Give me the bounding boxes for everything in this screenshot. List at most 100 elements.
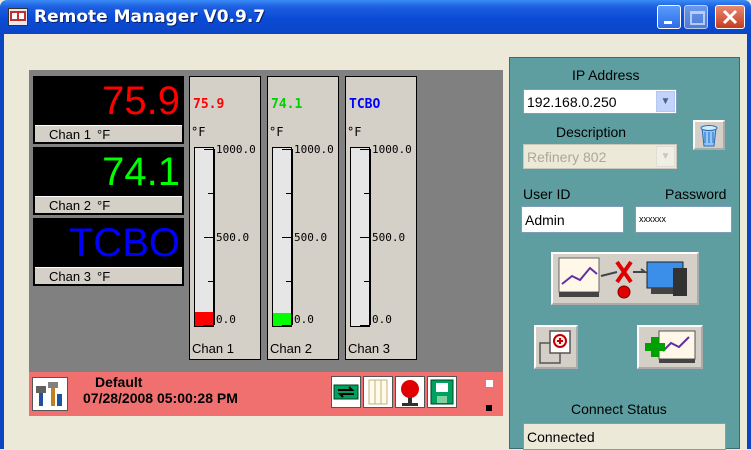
profile-name: Default bbox=[95, 374, 143, 390]
bargraph-value: 74.1 bbox=[271, 97, 303, 112]
bargraph-tick bbox=[286, 281, 292, 282]
maximize-button[interactable] bbox=[684, 5, 708, 29]
bargraph-mid-label: 500.0 bbox=[294, 231, 328, 244]
bargraph-tick bbox=[204, 149, 214, 150]
chevron-down-icon: ▼ bbox=[656, 146, 675, 167]
bargraph-chan-2: 74.1 °F 1000.0 500.0 0.0 Chan 2 bbox=[267, 76, 339, 360]
add-device-button[interactable] bbox=[637, 325, 703, 369]
channel-value: TCBO bbox=[68, 221, 180, 265]
channel-name: Chan 1 bbox=[49, 127, 91, 142]
bargraph-tick bbox=[364, 193, 370, 194]
channel-name: Chan 3 bbox=[49, 269, 91, 284]
ip-address-value: 192.168.0.250 bbox=[527, 94, 617, 110]
recycle-bin-icon bbox=[700, 125, 718, 147]
description-label: Description bbox=[556, 124, 627, 140]
zoom-view-button[interactable] bbox=[534, 325, 578, 369]
bargraph-min-label: 0.0 bbox=[294, 313, 314, 326]
bargraph-chan-1: 75.9 °F 1000.0 500.0 0.0 Chan 1 bbox=[189, 76, 261, 360]
bargraph-tick bbox=[208, 193, 214, 194]
bargraph-tick bbox=[282, 237, 292, 238]
channel-label-bar: Chan 2 °F bbox=[35, 196, 182, 213]
user-id-value: Admin bbox=[525, 212, 565, 228]
description-value: Refinery 802 bbox=[527, 149, 607, 165]
save-icon bbox=[430, 379, 454, 405]
bargraph-max-label: 1000.0 bbox=[216, 143, 256, 156]
close-icon bbox=[722, 9, 738, 25]
chevron-down-icon[interactable]: ▼ bbox=[656, 91, 675, 112]
connect-status-label: Connect Status bbox=[571, 401, 667, 417]
minimize-button[interactable] bbox=[657, 5, 681, 29]
zoom-window-icon bbox=[539, 330, 571, 364]
bargraph-tick bbox=[360, 325, 370, 326]
ip-address-label: IP Address bbox=[572, 67, 640, 83]
bargraph-unit: °F bbox=[191, 125, 206, 139]
scroll-up-indicator[interactable] bbox=[486, 380, 493, 387]
bargraph-tick bbox=[286, 193, 292, 194]
current-datetime: 07/28/2008 05:00:28 PM bbox=[83, 390, 238, 406]
bargraph-chan-3: TCBO °F 1000.0 500.0 0.0 Chan 3 bbox=[345, 76, 417, 360]
ip-address-combo[interactable]: 192.168.0.250 ▼ bbox=[523, 89, 677, 114]
channel-unit: °F bbox=[97, 269, 111, 284]
sync-icon bbox=[333, 384, 359, 400]
bargraph-value: TCBO bbox=[349, 97, 381, 112]
title-bar: Remote Manager V0.9.7 bbox=[0, 0, 751, 34]
table-view-button[interactable] bbox=[363, 376, 393, 408]
tools-button[interactable] bbox=[32, 377, 68, 411]
disconnect-button[interactable] bbox=[551, 252, 699, 305]
bargraph-channel-name: Chan 3 bbox=[348, 341, 390, 356]
channel-value: 75.9 bbox=[102, 79, 180, 123]
bargraph-tick bbox=[204, 325, 214, 326]
status-toolbar: Default 07/28/2008 05:00:28 PM bbox=[29, 372, 503, 416]
connection-panel: IP Address 192.168.0.250 ▼ Description R… bbox=[509, 57, 740, 450]
alarm-button[interactable] bbox=[395, 376, 425, 408]
bargraph-tick bbox=[360, 149, 370, 150]
alarm-icon bbox=[401, 380, 419, 406]
process-display: 75.9 Chan 1 °F 74.1 Chan 2 °F TCBO Chan … bbox=[29, 70, 503, 416]
password-label: Password bbox=[665, 186, 727, 202]
bargraph-value: 75.9 bbox=[193, 97, 225, 112]
bargraph-channel-name: Chan 1 bbox=[192, 341, 234, 356]
channel-label-bar: Chan 1 °F bbox=[35, 125, 182, 142]
description-combo[interactable]: Refinery 802 ▼ bbox=[523, 144, 677, 169]
user-id-label: User ID bbox=[523, 186, 571, 202]
password-input[interactable]: xxxxxx bbox=[635, 206, 732, 233]
bargraph-axis bbox=[370, 149, 371, 325]
bargraph-mid-label: 500.0 bbox=[372, 231, 406, 244]
close-button[interactable] bbox=[715, 5, 745, 29]
bargraph-tick bbox=[364, 281, 370, 282]
disconnect-icon bbox=[558, 257, 687, 299]
channel-unit: °F bbox=[97, 198, 111, 213]
channel-unit: °F bbox=[97, 127, 111, 142]
user-id-input[interactable]: Admin bbox=[521, 206, 624, 233]
channel-value: 74.1 bbox=[102, 150, 180, 194]
add-chart-icon bbox=[645, 330, 696, 363]
save-button[interactable] bbox=[427, 376, 457, 408]
connect-status-value: Connected bbox=[527, 429, 595, 445]
window-title: Remote Manager V0.9.7 bbox=[34, 7, 266, 27]
bargraph-axis bbox=[214, 149, 215, 325]
bargraph-tick bbox=[360, 237, 370, 238]
clear-button[interactable] bbox=[693, 120, 725, 150]
bargraph-max-label: 1000.0 bbox=[372, 143, 412, 156]
channel-readout-2: 74.1 Chan 2 °F bbox=[33, 147, 184, 215]
bargraph-fill bbox=[195, 312, 213, 326]
sync-button[interactable] bbox=[331, 376, 361, 408]
bargraph-axis bbox=[292, 149, 293, 325]
channel-readout-1: 75.9 Chan 1 °F bbox=[33, 76, 184, 144]
window-frame-right bbox=[747, 34, 751, 449]
bargraph-tick bbox=[282, 149, 292, 150]
bargraph-unit: °F bbox=[347, 125, 362, 139]
bargraph-min-label: 0.0 bbox=[372, 313, 392, 326]
table-icon bbox=[368, 379, 388, 405]
channel-label-bar: Chan 3 °F bbox=[35, 267, 182, 284]
bargraph-max-label: 1000.0 bbox=[294, 143, 334, 156]
tools-icon bbox=[36, 382, 62, 406]
channel-readout-3: TCBO Chan 3 °F bbox=[33, 218, 184, 286]
window-frame-left bbox=[0, 34, 4, 449]
scroll-down-indicator[interactable] bbox=[486, 405, 492, 411]
connect-status-field: Connected bbox=[523, 423, 726, 450]
bargraph-unit: °F bbox=[269, 125, 284, 139]
bargraph-tick bbox=[204, 237, 214, 238]
bargraph-mid-label: 500.0 bbox=[216, 231, 250, 244]
bargraph-tick bbox=[282, 325, 292, 326]
